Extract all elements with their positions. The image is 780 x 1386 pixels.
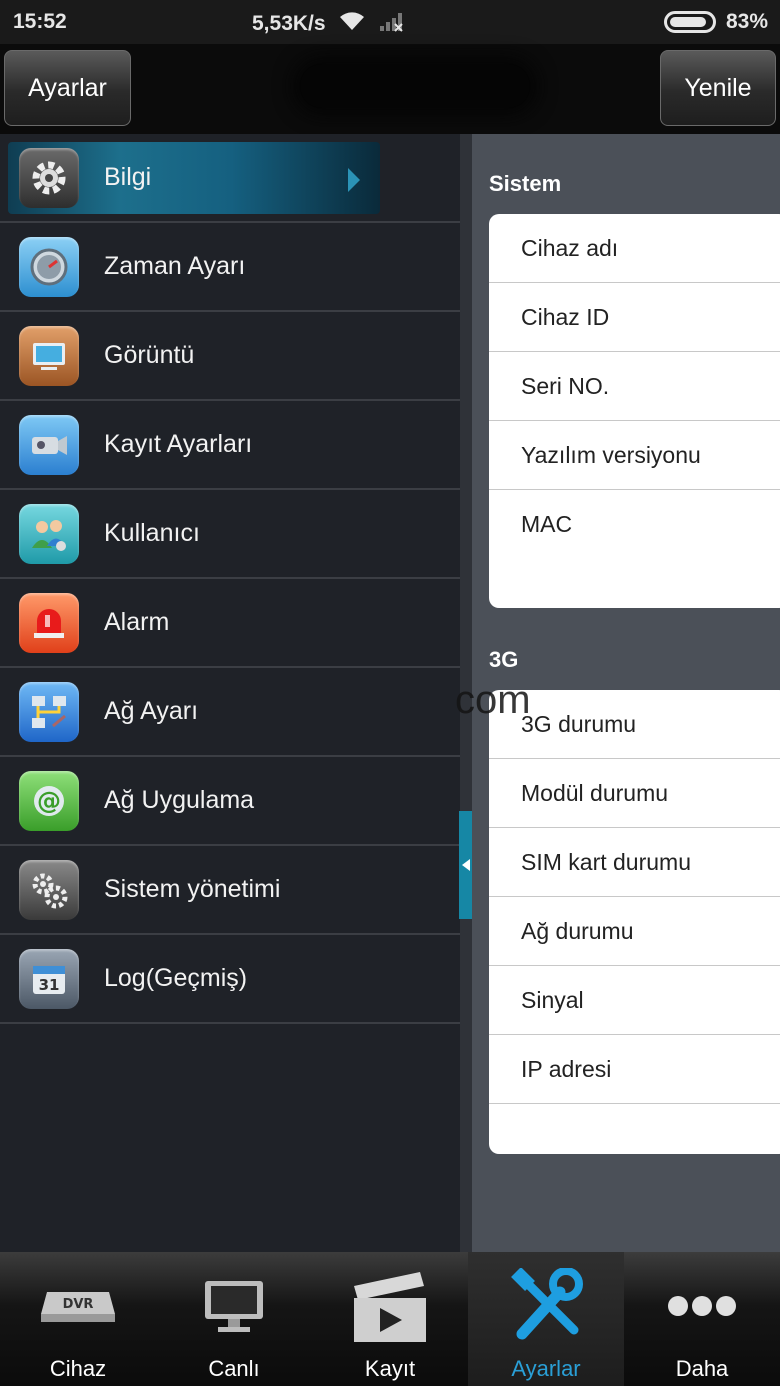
more-icon [662,1266,742,1346]
row-cihaz-adi[interactable]: Cihaz adı [489,214,780,283]
status-time: 15:52 [13,10,67,33]
tab-cihaz[interactable]: DVR Cihaz [0,1252,156,1386]
tab-kayit[interactable]: Kayıt [312,1252,468,1386]
at-icon: @ [19,770,79,831]
row-modul-durumu[interactable]: Modül durumu [489,759,780,828]
battery-percent: 83% [725,10,768,33]
sidebar-item-label: Log(Geçmiş) [104,964,248,992]
monitor-icon [194,1266,274,1346]
sistem-card: Cihaz adı Cihaz ID Seri NO. Yazılım vers… [489,214,780,608]
sidebar-item-label: Görüntü [104,341,195,369]
row-mac[interactable]: MAC [489,490,780,559]
row-seri-no[interactable]: Seri NO. [489,352,780,421]
row-yazilim-versiyonu[interactable]: Yazılım versiyonu [489,421,780,490]
tab-label: Kayıt [364,1356,416,1381]
row-3g-durumu[interactable]: 3G durumu [489,690,780,759]
sidebar-item-ag-ayari[interactable]: Ağ Ayarı [0,668,460,757]
3g-card: 3G durumu Modül durumu SIM kart durumu A… [489,690,780,1154]
sidebar-item-ag-uygulama[interactable]: @ Ağ Uygulama [0,757,460,846]
row-ag-durumu[interactable]: Ağ durumu [489,897,780,966]
tab-label: Ayarlar [511,1356,581,1381]
wifi-icon [338,10,366,38]
row-sinyal[interactable]: Sinyal [489,966,780,1035]
tab-canli[interactable]: Canlı [156,1252,312,1386]
sidebar-item-bilgi[interactable]: Bilgi [0,134,460,223]
tab-label: Canlı [208,1356,260,1381]
row-sim-kart-durumu[interactable]: SIM kart durumu [489,828,780,897]
sidebar-item-zaman-ayari[interactable]: Zaman Ayarı [0,223,460,312]
chevron-right-icon [348,168,360,192]
svg-text:31: 31 [39,976,60,994]
section-title-3g: 3G [489,647,519,672]
sidebar-item-label: Zaman Ayarı [104,252,246,280]
refresh-button[interactable]: Yenile [660,50,776,126]
tab-label: Cihaz [49,1356,107,1381]
network-speed: 5,53K/s [252,12,326,35]
users-icon [19,503,79,564]
watermark: com [455,678,531,722]
blurred-title [300,64,530,108]
calendar-icon: 31 [19,948,79,1009]
sidebar-item-label: Sistem yönetimi [104,875,281,903]
settings-back-button[interactable]: Ayarlar [4,50,131,126]
alarm-icon [19,592,79,653]
sidebar-item-label: Ağ Uygulama [104,786,255,814]
svg-text:DVR: DVR [63,1297,94,1312]
sidebar-item-kayit-ayarlari[interactable]: Kayıt Ayarları [0,401,460,490]
sidebar-item-label: Ağ Ayarı [104,697,199,725]
camera-icon [19,414,79,475]
top-header: Ayarlar Yenile [0,44,780,134]
collapse-sidebar-handle[interactable] [459,811,473,919]
settings-sidebar: Bilgi Zaman Ayarı Görüntü Kayıt Ayarları… [0,134,472,1252]
section-title-sistem: Sistem [489,171,562,196]
sidebar-item-goruntu[interactable]: Görüntü [0,312,460,401]
status-center: 5,53K/s [252,10,404,38]
tab-ayarlar[interactable]: Ayarlar [468,1252,624,1386]
sidebar-item-alarm[interactable]: Alarm [0,579,460,668]
network-icon [19,681,79,742]
sidebar-item-sistem-yonetimi[interactable]: Sistem yönetimi [0,846,460,935]
row-ip-adresi[interactable]: IP adresi [489,1035,780,1104]
tab-daha[interactable]: Daha [624,1252,780,1386]
sidebar-item-kullanici[interactable]: Kullanıcı [0,490,460,579]
gears-icon [19,859,79,920]
row-cihaz-id[interactable]: Cihaz ID [489,283,780,352]
clock-icon [19,236,79,297]
dvr-icon: DVR [38,1266,118,1346]
sidebar-item-label: Alarm [104,608,170,636]
status-right: 83% [663,10,768,34]
sidebar-item-label: Kayıt Ayarları [104,430,253,458]
sidebar-item-log[interactable]: 31 Log(Geçmiş) [0,935,460,1024]
tools-icon [506,1266,586,1346]
tab-label: Daha [675,1356,729,1381]
display-icon [19,325,79,386]
gear-icon [19,147,79,208]
status-bar: 15:52 5,53K/s 83% [0,0,780,44]
clapper-icon [350,1266,430,1346]
bottom-tab-bar: DVR Cihaz Canlı Kayıt Ayarlar Daha [0,1252,780,1386]
battery-icon [663,11,716,33]
svg-text:@: @ [37,787,61,815]
sidebar-item-label: Kullanıcı [104,519,200,547]
signal-icon [378,10,404,38]
sidebar-item-label: Bilgi [104,163,152,191]
